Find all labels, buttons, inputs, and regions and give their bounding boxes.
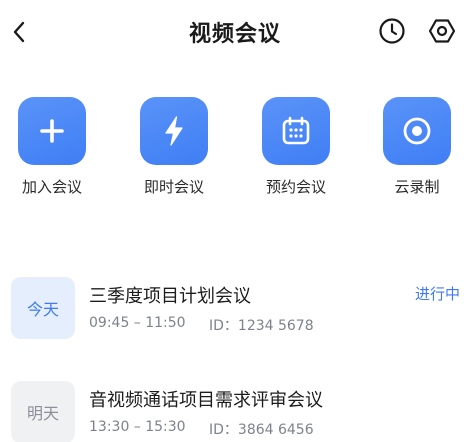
hexagon-gear-icon[interactable]	[427, 16, 457, 46]
meeting-title: 三季度项目计划会议	[89, 286, 251, 307]
day-badge: 明天	[11, 381, 75, 442]
cloud-recording-button[interactable]: 云录制	[380, 97, 454, 197]
record-icon	[383, 97, 451, 165]
plus-icon	[18, 97, 86, 165]
instant-meeting-label: 即时会议	[143, 178, 204, 196]
video-meeting-screen: 视频会议 加入会议 即时会议 预约会议 云录制 今天 三季度项目计划会议 09:…	[0, 0, 470, 442]
lightning-icon	[140, 97, 208, 165]
instant-meeting-button[interactable]: 即时会议	[137, 97, 211, 197]
meeting-time: 13:30 – 15:30	[89, 419, 186, 435]
cloud-recording-label: 云录制	[394, 178, 440, 196]
schedule-meeting-label: 预约会议	[265, 178, 326, 196]
meeting-title: 音视频通话项目需求评审会议	[89, 390, 323, 411]
day-badge: 今天	[11, 277, 75, 339]
meeting-id: ID：1234 5678	[209, 318, 314, 334]
meeting-id: ID：3864 6456	[209, 422, 314, 438]
list-item[interactable]: 明天 音视频通话项目需求评审会议 13:30 – 15:30 ID：3864 6…	[0, 378, 470, 442]
status-badge: 进行中	[414, 285, 460, 303]
schedule-meeting-button[interactable]: 预约会议	[259, 97, 333, 197]
calendar-icon	[262, 97, 330, 165]
join-meeting-button[interactable]: 加入会议	[15, 97, 89, 197]
join-meeting-label: 加入会议	[21, 178, 82, 196]
meeting-time: 09:45 – 11:50	[89, 315, 186, 331]
list-item[interactable]: 今天 三季度项目计划会议 09:45 – 11:50 ID：1234 5678 …	[0, 274, 470, 344]
clock-icon[interactable]	[377, 16, 407, 46]
